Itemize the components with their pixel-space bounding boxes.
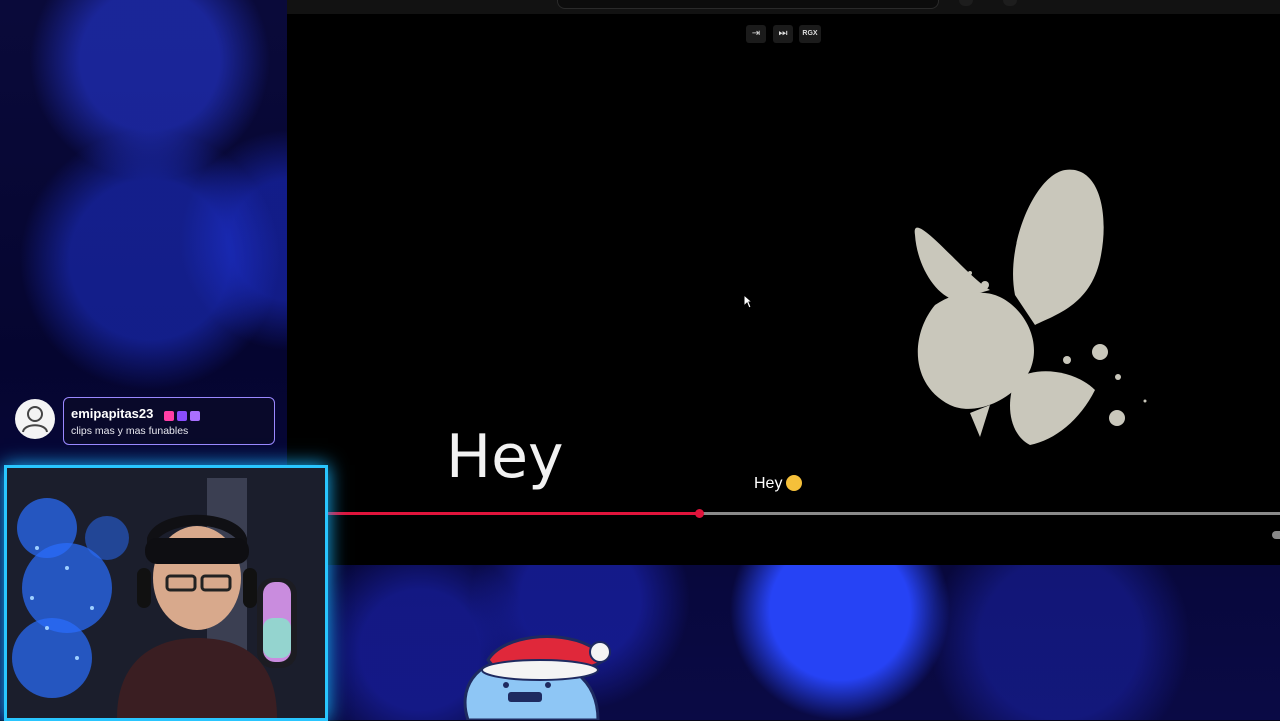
chat-message: emipapitas23 clips mas y mas funables bbox=[15, 397, 277, 447]
caption-text: Hey bbox=[754, 475, 783, 492]
chat-text: clips mas y mas funables bbox=[71, 425, 189, 437]
user-icon bbox=[22, 406, 48, 433]
chat-bubble: emipapitas23 clips mas y mas funables bbox=[63, 397, 275, 445]
sub-badge-icon bbox=[177, 410, 187, 421]
skip-next-button[interactable]: ⏭ bbox=[773, 25, 793, 43]
scroll-handle[interactable] bbox=[1272, 531, 1280, 539]
twitch-badge-icon bbox=[190, 410, 200, 421]
browser-top-bar bbox=[287, 0, 1280, 14]
webcam-feed bbox=[4, 465, 328, 721]
progress-fill bbox=[327, 512, 699, 515]
avatar bbox=[15, 399, 55, 439]
webcam-image bbox=[7, 468, 325, 718]
video-caption: Hey bbox=[754, 475, 803, 493]
chat-username: emipapitas23 bbox=[71, 406, 154, 421]
emoji-icon bbox=[786, 475, 803, 491]
rgx-button[interactable]: RGX bbox=[799, 25, 821, 43]
mascot-sticker-icon bbox=[463, 635, 611, 720]
heart-badge-icon bbox=[164, 410, 174, 421]
video-big-text: Hey bbox=[446, 422, 564, 492]
mouse-cursor-icon bbox=[743, 294, 753, 309]
progress-thumb[interactable] bbox=[694, 509, 704, 518]
back-icon[interactable] bbox=[959, 0, 973, 6]
rgx-label: RGX bbox=[802, 30, 818, 37]
chat-badges bbox=[164, 407, 203, 425]
progress-bar[interactable] bbox=[327, 509, 1280, 518]
butterfly-logo-icon bbox=[914, 169, 1147, 445]
skip-next-icon: ⏭ bbox=[778, 28, 788, 39]
exit-icon: ⇥ bbox=[751, 28, 761, 39]
address-bar[interactable] bbox=[557, 0, 939, 9]
exit-button[interactable]: ⇥ bbox=[746, 25, 766, 43]
forward-icon[interactable] bbox=[1003, 0, 1017, 6]
